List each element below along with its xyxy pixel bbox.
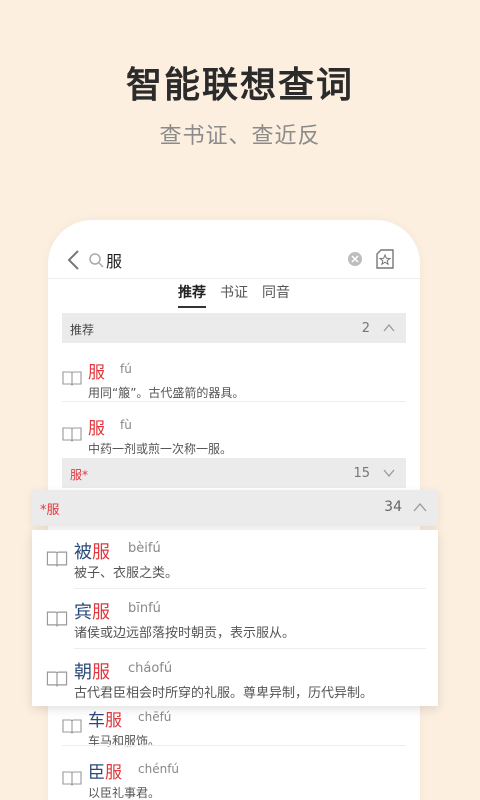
divider	[62, 745, 406, 746]
book-icon	[46, 611, 68, 627]
section-title: 服*	[70, 468, 89, 482]
entry-word: 被服	[74, 542, 110, 563]
chevron-down-icon[interactable]	[382, 466, 396, 480]
bookmark-icon[interactable]	[374, 248, 396, 270]
list-item[interactable]: 宾服 bīnfú 诸侯或边远部落按时朝贡，表示服从。	[32, 590, 438, 650]
entry-definition: 古代君臣相会时所穿的礼服。尊卑异制，历代异制。	[74, 686, 374, 701]
divider	[74, 648, 426, 649]
book-icon	[62, 771, 82, 786]
entry-definition: 诸侯或边远部落按时朝贡，表示服从。	[74, 626, 296, 641]
section-header-recommended[interactable]: 推荐 2	[62, 313, 406, 343]
search-bar: 服	[48, 242, 420, 280]
entry-pinyin: bèifú	[128, 541, 161, 556]
divider	[62, 401, 406, 402]
entry-definition: 中药一剂或煎一次称一服。	[88, 442, 233, 456]
chevron-up-icon[interactable]	[382, 321, 396, 335]
book-icon	[62, 427, 82, 442]
tab-homophones[interactable]: 同音	[262, 282, 290, 308]
book-icon	[46, 551, 68, 567]
entry-word: 臣服	[88, 763, 122, 783]
list-item[interactable]: 臣服 chénfú 以臣礼事君。	[62, 750, 406, 800]
tab-recommended[interactable]: 推荐	[178, 282, 206, 308]
entry-definition: 被子、衣服之类。	[74, 566, 179, 581]
suffix-entry-list: 被服 bèifú 被子、衣服之类。 宾服 bīnfú 诸侯或边远部落按时朝贡，表…	[32, 530, 438, 706]
list-item[interactable]: 服 fú 用同“箙”。古代盛箭的器具。	[62, 350, 406, 408]
tab-citations[interactable]: 书证	[220, 282, 248, 308]
promo-headline: 智能联想查词	[125, 65, 354, 106]
divider	[48, 278, 420, 279]
list-item[interactable]: 朝服 cháofú 古代君臣相会时所穿的礼服。尊卑异制，历代异制。	[32, 650, 438, 710]
entry-pinyin: chénfú	[138, 762, 180, 776]
section-title: *服	[40, 503, 60, 518]
section-title: 推荐	[70, 323, 95, 337]
entry-definition: 以臣礼事君。	[88, 786, 161, 800]
tab-bar: 推荐 书证 同音	[48, 282, 420, 310]
entry-pinyin: fú	[120, 362, 132, 376]
section-header-suffix[interactable]: *服 34	[32, 490, 438, 526]
entry-word: 服	[88, 363, 105, 383]
back-arrow-icon[interactable]	[64, 248, 84, 272]
divider	[74, 588, 426, 589]
entry-pinyin: chēfú	[138, 710, 172, 724]
list-item[interactable]: 被服 bèifú 被子、衣服之类。	[32, 530, 438, 590]
section-count: 15	[353, 466, 370, 481]
entry-word: 服	[88, 419, 105, 439]
section-count: 34	[384, 499, 402, 515]
promo-subline: 查书证、查近反	[159, 124, 321, 149]
entry-definition: 车马和服饰。	[88, 734, 161, 748]
section-header-prefix[interactable]: 服* 15	[62, 458, 406, 488]
clear-icon[interactable]	[348, 252, 362, 266]
entry-pinyin: cháofú	[128, 661, 173, 676]
entry-word: 宾服	[74, 602, 110, 623]
list-item[interactable]: 服 fù 中药一剂或煎一次称一服。	[62, 406, 406, 464]
book-icon	[62, 371, 82, 386]
entry-word: 朝服	[74, 662, 110, 683]
book-icon	[62, 719, 82, 734]
entry-pinyin: bīnfú	[128, 601, 161, 616]
chevron-up-icon[interactable]	[412, 500, 428, 516]
section-count: 2	[361, 321, 370, 336]
entry-pinyin: fù	[120, 418, 132, 432]
search-icon	[89, 253, 104, 268]
search-input[interactable]: 服	[106, 248, 122, 272]
book-icon	[46, 671, 68, 687]
entry-definition: 用同“箙”。古代盛箭的器具。	[88, 386, 245, 400]
